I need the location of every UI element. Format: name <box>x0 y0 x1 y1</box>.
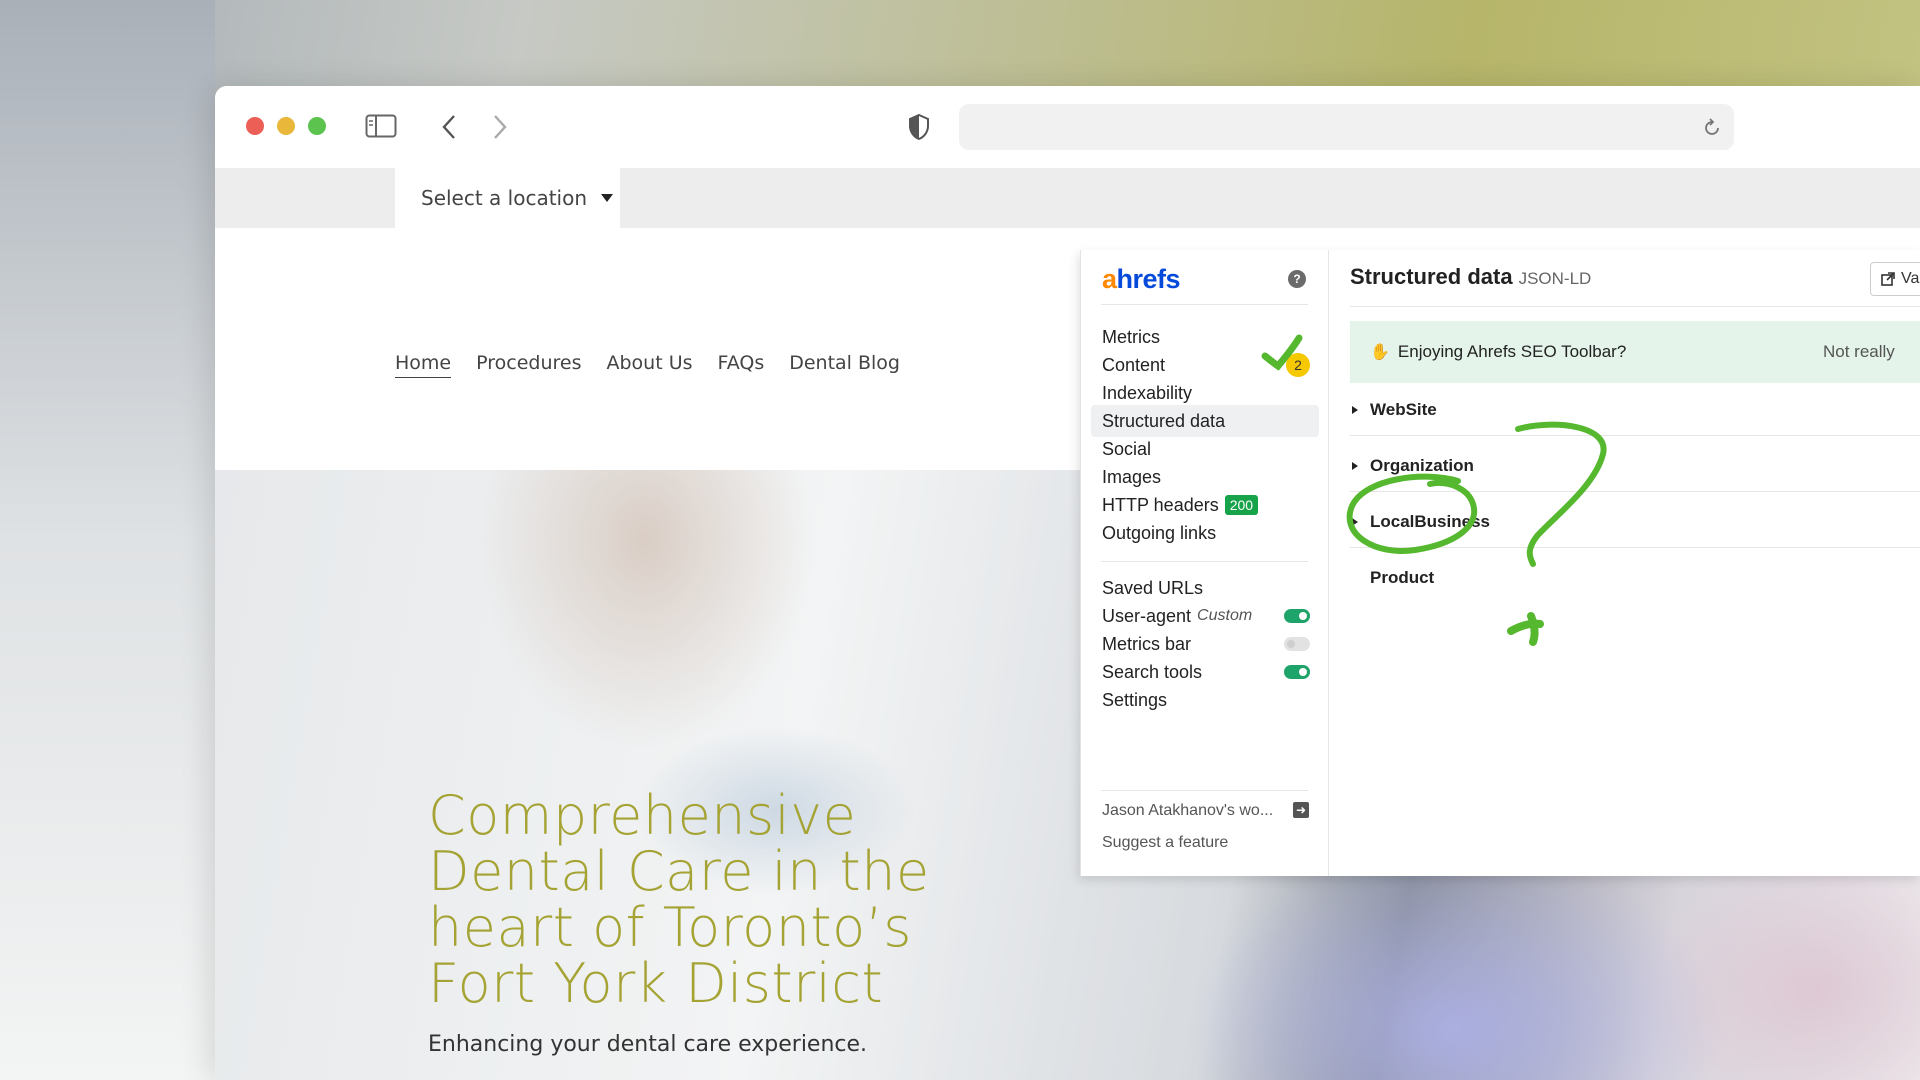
external-link-icon <box>1881 272 1895 286</box>
desktop-background <box>0 0 215 1080</box>
site-nav: Home Procedures About Us FAQs Dental Blo… <box>395 352 900 378</box>
website-content: Select a location Home Procedures About … <box>215 168 1920 1080</box>
reload-icon[interactable] <box>1702 118 1722 138</box>
schema-item-organization[interactable]: Organization <box>1352 456 1474 476</box>
location-select-label: Select a location <box>421 186 588 210</box>
suggest-feature-link[interactable]: Suggest a feature <box>1102 834 1228 852</box>
back-icon[interactable] <box>441 114 457 140</box>
menu-item-outgoing-links[interactable]: Outgoing links <box>1091 517 1319 549</box>
feedback-banner: ✋ Enjoying Ahrefs SEO Toolbar? Not reall… <box>1350 321 1920 383</box>
minimize-window-button[interactable] <box>277 117 295 135</box>
user-agent-value: Custom <box>1197 607 1253 624</box>
browser-toolbar <box>215 86 1920 168</box>
hero-subtitle: Enhancing your dental care experience. <box>428 1032 868 1057</box>
hero-title: Comprehensive Dental Care in the heart o… <box>428 784 930 1015</box>
account-name[interactable]: Jason Atakhanov's wo... <box>1102 802 1273 820</box>
forward-icon[interactable] <box>492 114 508 140</box>
address-bar[interactable] <box>959 104 1734 150</box>
zoom-window-button[interactable] <box>308 117 326 135</box>
schema-item-product[interactable]: Product <box>1370 568 1434 588</box>
search-tools-toggle[interactable] <box>1284 665 1310 679</box>
logout-icon[interactable]: ➜ <box>1293 802 1309 818</box>
close-window-button[interactable] <box>246 117 264 135</box>
waving-hand-icon: ✋ <box>1370 344 1390 361</box>
expand-icon <box>1352 462 1358 470</box>
help-icon[interactable]: ? <box>1288 270 1306 288</box>
browser-window: Select a location Home Procedures About … <box>215 86 1920 1080</box>
user-agent-toggle[interactable] <box>1284 609 1310 623</box>
content-count-badge: 2 <box>1286 353 1310 377</box>
feedback-text: Enjoying Ahrefs SEO Toolbar? <box>1397 342 1627 361</box>
structured-data-title: Structured data JSON-LD <box>1350 264 1592 289</box>
schema-item-localbusiness[interactable]: LocalBusiness <box>1352 512 1490 532</box>
metrics-bar-toggle[interactable] <box>1284 637 1310 651</box>
shield-icon[interactable] <box>907 113 931 141</box>
sidebar-icon[interactable] <box>365 114 397 138</box>
validate-button[interactable]: Va <box>1870 262 1920 296</box>
caret-down-icon <box>601 194 614 202</box>
expand-icon <box>1352 406 1358 414</box>
nav-about-us[interactable]: About Us <box>606 352 692 378</box>
ahrefs-toolbar-panel: ahrefs ? Metrics Content 2 Indexability S… <box>1080 250 1920 876</box>
schema-item-website[interactable]: WebSite <box>1352 400 1437 420</box>
format-label: JSON-LD <box>1518 269 1592 288</box>
ahrefs-logo: ahrefs <box>1102 264 1181 294</box>
menu-item-settings[interactable]: Settings <box>1091 684 1319 716</box>
location-select[interactable]: Select a location <box>395 168 620 228</box>
nav-home[interactable]: Home <box>395 352 452 378</box>
not-really-link[interactable]: Not really <box>1823 342 1895 362</box>
nav-faqs[interactable]: FAQs <box>718 352 765 378</box>
structured-data-pane: Structured data JSON-LD Va ✋ Enjoying Ahr… <box>1330 250 1920 876</box>
nav-dental-blog[interactable]: Dental Blog <box>789 352 900 378</box>
http-status-badge: 200 <box>1224 495 1259 515</box>
nav-procedures[interactable]: Procedures <box>476 352 581 378</box>
ahrefs-menu: ahrefs ? Metrics Content 2 Indexability S… <box>1081 250 1329 876</box>
expand-icon <box>1352 518 1358 526</box>
